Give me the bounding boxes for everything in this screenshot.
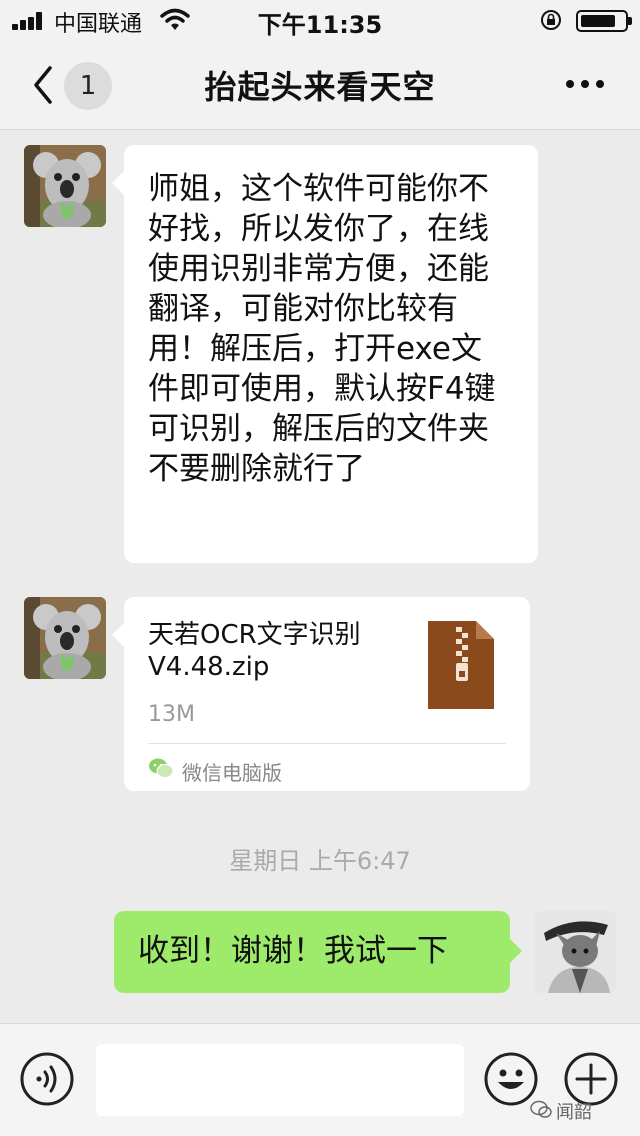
file-source-label: 微信电脑版 <box>182 761 282 785</box>
voice-icon[interactable] <box>20 1052 74 1106</box>
divider <box>148 743 506 744</box>
time-divider: 星期日 上午6:47 <box>229 847 411 875</box>
watermark-logo-icon <box>530 1100 552 1118</box>
battery-icon <box>576 10 632 32</box>
user-avatar[interactable] <box>534 911 616 993</box>
wechat-icon <box>149 758 174 778</box>
message-list[interactable]: 师姐，这个软件可能你不好找，所以发你了，在线使用识别非常方便，还能翻译，可能对你… <box>0 131 640 1023</box>
file-name: 天若OCR文字识别V4.48.zip <box>148 620 361 682</box>
zip-file-icon <box>428 621 494 709</box>
contact-avatar[interactable] <box>24 597 106 679</box>
battery-level <box>581 15 615 27</box>
emoji-icon[interactable] <box>484 1052 538 1106</box>
orientation-lock-icon <box>541 10 561 30</box>
status-bar: 中国联通 下午11:35 <box>0 0 640 40</box>
watermark-text: 闻韶 <box>556 1102 592 1123</box>
file-size: 13M <box>148 702 195 727</box>
chat-title: 抬起头来看天空 <box>204 68 436 106</box>
incoming-message-bubble[interactable]: 师姐，这个软件可能你不好找，所以发你了，在线使用识别非常方便，还能翻译，可能对你… <box>112 145 538 563</box>
message-text: 师姐，这个软件可能你不好找，所以发你了，在线使用识别非常方便，还能翻译，可能对你… <box>148 171 496 487</box>
more-icon[interactable] <box>560 74 610 94</box>
file-message-card[interactable]: 天若OCR文字识别V4.48.zip 13M 微信电脑版 <box>112 597 530 791</box>
outgoing-message-bubble[interactable]: 收到！谢谢！我试一下 <box>114 911 522 993</box>
chat-header: 1 抬起头来看天空 <box>0 40 640 130</box>
input-bar <box>0 1023 640 1136</box>
message-input[interactable] <box>96 1044 464 1116</box>
contact-avatar[interactable] <box>24 145 106 227</box>
message-text: 收到！谢谢！我试一下 <box>138 933 448 969</box>
